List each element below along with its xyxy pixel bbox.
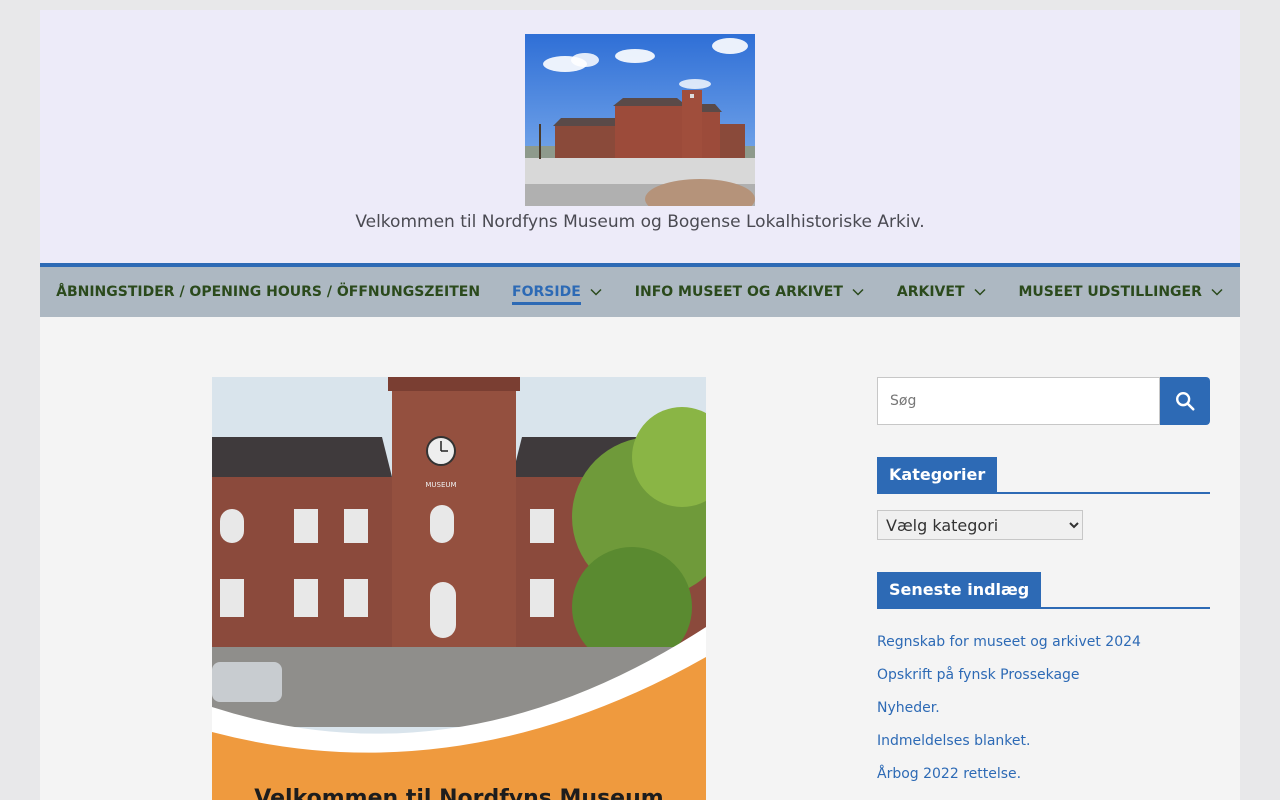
museum-logo-image bbox=[525, 34, 755, 206]
recent-post-link[interactable]: Indmeldelses blanket. bbox=[877, 733, 1030, 749]
chevron-down-icon[interactable] bbox=[851, 285, 865, 299]
nav-item-opening-hours[interactable]: ÅBNINGSTIDER / OPENING HOURS / ÖFFNUNGSZ… bbox=[40, 267, 496, 317]
recent-post-link[interactable]: Årbog 2022 rettelse. bbox=[877, 766, 1021, 782]
recent-posts-title: Seneste indlæg bbox=[877, 572, 1042, 607]
nav-item-forside[interactable]: FORSIDE bbox=[496, 267, 619, 317]
nav-item-label: MUSEET UDSTILLINGER bbox=[1018, 284, 1202, 300]
recent-post-link[interactable]: Opskrift på fynsk Prossekage bbox=[877, 667, 1080, 683]
nav-menu: ÅBNINGSTIDER / OPENING HOURS / ÖFFNUNGSZ… bbox=[40, 267, 1240, 317]
list-item: Nyheder. bbox=[877, 697, 1210, 730]
main-navigation: ÅBNINGSTIDER / OPENING HOURS / ÖFFNUNGSZ… bbox=[40, 263, 1240, 317]
list-item: Regnskab for museet og arkivet 2024 bbox=[877, 631, 1210, 664]
nav-item-arkivet[interactable]: ARKIVET bbox=[881, 267, 1003, 317]
recent-posts-list: Regnskab for museet og arkivet 2024 Opsk… bbox=[877, 631, 1210, 796]
search-input[interactable] bbox=[877, 377, 1160, 425]
recent-post-link[interactable]: Nyheder. bbox=[877, 700, 940, 716]
recent-posts-widget-header: Seneste indlæg bbox=[877, 572, 1210, 609]
site-tagline: Velkommen til Nordfyns Museum og Bogense… bbox=[355, 212, 925, 232]
nav-item-udstillinger[interactable]: MUSEET UDSTILLINGER bbox=[1003, 267, 1240, 317]
site-header: Velkommen til Nordfyns Museum og Bogense… bbox=[40, 10, 1240, 263]
search-button[interactable] bbox=[1160, 377, 1210, 425]
chevron-down-icon[interactable] bbox=[973, 285, 987, 299]
page: Velkommen til Nordfyns Museum og Bogense… bbox=[40, 10, 1240, 800]
list-item: Indmeldelses blanket. bbox=[877, 730, 1210, 763]
search-form bbox=[877, 377, 1210, 425]
nav-item-label: ÅBNINGSTIDER / OPENING HOURS / ÖFFNUNGSZ… bbox=[56, 284, 481, 300]
nav-item-label: INFO MUSEET OG ARKIVET bbox=[634, 284, 843, 300]
feature-caption: Velkommen til Nordfyns Museum bbox=[254, 786, 663, 800]
nav-item-info[interactable]: INFO MUSEET OG ARKIVET bbox=[619, 267, 881, 317]
recent-post-link[interactable]: Regnskab for museet og arkivet 2024 bbox=[877, 634, 1141, 650]
categories-title: Kategorier bbox=[877, 457, 998, 492]
nav-item-label: FORSIDE bbox=[512, 284, 581, 305]
site-logo[interactable] bbox=[525, 34, 755, 206]
museum-building-photo: MUSEUM Velkommen til Nordfyns Museum bbox=[212, 377, 706, 800]
category-select[interactable]: Vælg kategori bbox=[877, 510, 1083, 540]
nav-item-label: ARKIVET bbox=[896, 284, 965, 300]
featured-image[interactable]: MUSEUM Velkommen til Nordfyns Museum bbox=[212, 377, 706, 800]
sidebar: Kategorier Vælg kategori Seneste indlæg … bbox=[877, 377, 1210, 796]
chevron-down-icon[interactable] bbox=[589, 285, 603, 299]
search-icon bbox=[1176, 392, 1195, 411]
categories-widget-header: Kategorier bbox=[877, 457, 1210, 494]
chevron-down-icon[interactable] bbox=[1210, 285, 1224, 299]
museum-sign: MUSEUM bbox=[425, 481, 456, 489]
list-item: Opskrift på fynsk Prossekage bbox=[877, 664, 1210, 697]
list-item: Årbog 2022 rettelse. bbox=[877, 763, 1210, 796]
